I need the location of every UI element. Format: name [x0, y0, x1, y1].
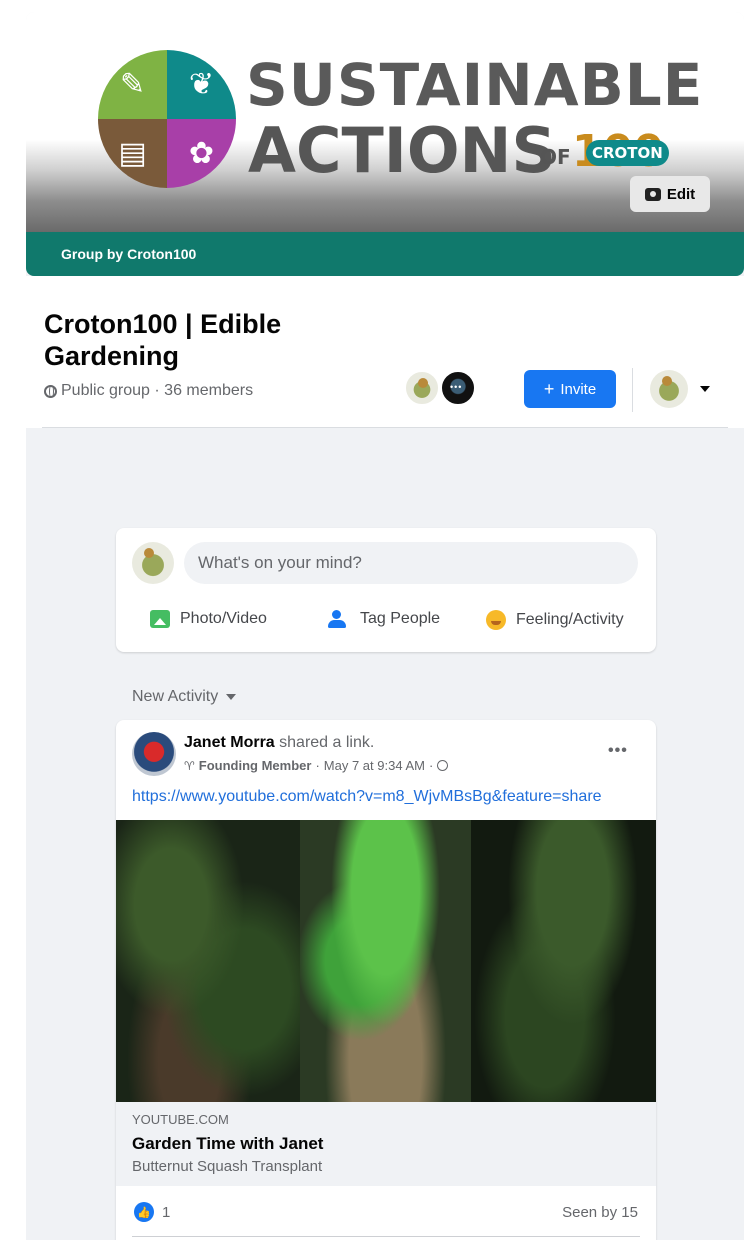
logo-of: OF — [540, 145, 571, 169]
feeling-activity-label: Feeling/Activity — [516, 611, 624, 628]
group-by-link[interactable]: Group by Croton100 — [61, 246, 196, 262]
globe-icon — [44, 384, 57, 398]
divider — [42, 427, 728, 428]
like-count[interactable]: 1 — [162, 1204, 170, 1221]
tag-people-button[interactable]: Tag People — [328, 610, 440, 628]
post-header: Janet Morra shared a link. — [184, 734, 374, 752]
video-frame-middle — [300, 820, 471, 1102]
flower-icon: ✿ — [167, 119, 236, 188]
invite-label: Invite — [560, 380, 597, 398]
group-owner-bar: Group by Croton100 — [26, 232, 744, 276]
post-action: shared a link. — [279, 734, 375, 751]
sprout-icon: ♈ — [184, 758, 195, 773]
feed-post: Janet Morra shared a link. ♈ Founding Me… — [116, 720, 656, 1240]
leaf-icon: ❦ — [167, 50, 236, 119]
link-preview-image[interactable] — [116, 820, 656, 1102]
member-avatar[interactable] — [440, 370, 476, 406]
profile-avatar[interactable] — [650, 370, 688, 408]
globe-icon — [437, 760, 449, 771]
author-avatar[interactable] — [132, 732, 176, 776]
composer-avatar[interactable] — [132, 542, 174, 584]
post-reactions: 👍 1 Seen by 15 — [116, 1186, 656, 1237]
chevron-down-icon — [226, 694, 237, 700]
feed-sort-label: New Activity — [132, 688, 219, 705]
post-link[interactable]: https://www.youtube.com/watch?v=m8_WjvMB… — [132, 788, 602, 806]
member-avatar[interactable] — [404, 370, 440, 406]
separator: · — [428, 758, 434, 773]
video-frame-left — [116, 820, 300, 1102]
group-meta-text[interactable]: Public group · 36 members — [61, 382, 253, 400]
composer-input[interactable] — [184, 542, 638, 584]
building-icon: ▤ — [98, 119, 167, 188]
post-composer: Photo/Video Tag People Feeling/Activity — [116, 528, 656, 652]
edit-cover-button[interactable]: Edit — [630, 176, 710, 212]
feed-sort-dropdown[interactable]: New Activity — [132, 688, 237, 706]
invite-button[interactable]: + Invite — [524, 370, 616, 408]
photo-video-label: Photo/Video — [180, 610, 267, 627]
carrot-icon: ✎ — [98, 50, 167, 119]
camera-icon — [644, 187, 661, 201]
more-options-icon[interactable]: ••• — [608, 742, 628, 760]
link-title: Garden Time with Janet — [132, 1134, 324, 1153]
plus-icon: + — [543, 379, 555, 399]
feeling-activity-button[interactable]: Feeling/Activity — [486, 610, 624, 630]
post-time[interactable]: May 7 at 9:34 AM — [324, 758, 425, 773]
photo-icon — [150, 610, 170, 628]
video-frame-right — [471, 820, 656, 1102]
group-header: Croton100 | Edible Gardening Public grou… — [26, 276, 744, 428]
logo-text-line1: SUSTAINABLE — [246, 51, 704, 119]
chevron-down-icon[interactable] — [700, 386, 710, 392]
group-page: ✎ ❦ ▤ ✿ SUSTAINABLE ACTIONS OF 100 CROTO… — [26, 12, 744, 1240]
logo-emblem: ✎ ❦ ▤ ✿ — [98, 50, 236, 188]
seen-by[interactable]: Seen by 15 — [562, 1204, 638, 1221]
divider — [132, 1236, 640, 1237]
divider — [632, 368, 633, 412]
post-subline: ♈ Founding Member · May 7 at 9:34 AM · — [184, 758, 449, 773]
cover-photo: ✎ ❦ ▤ ✿ SUSTAINABLE ACTIONS OF 100 CROTO… — [26, 12, 744, 232]
smiley-icon — [486, 610, 506, 630]
group-title: Croton100 | Edible Gardening — [44, 309, 282, 371]
photo-video-button[interactable]: Photo/Video — [150, 610, 267, 628]
link-preview-card[interactable]: YOUTUBE.COM Garden Time with Janet Butte… — [116, 1102, 656, 1186]
separator: · — [315, 758, 320, 773]
logo-text-line2: ACTIONS — [248, 114, 557, 187]
member-badge: Founding Member — [198, 758, 312, 773]
tag-people-label: Tag People — [360, 610, 441, 627]
group-meta: Public group · 36 members — [44, 382, 253, 400]
logo-croton: CROTON — [586, 140, 669, 166]
author-name[interactable]: Janet Morra — [184, 734, 275, 751]
link-domain: YOUTUBE.COM — [132, 1112, 229, 1127]
link-description: Butternut Squash Transplant — [132, 1158, 323, 1175]
thumbs-up-icon[interactable]: 👍 — [134, 1202, 154, 1222]
tag-people-icon — [328, 610, 350, 628]
edit-cover-label: Edit — [666, 185, 696, 203]
